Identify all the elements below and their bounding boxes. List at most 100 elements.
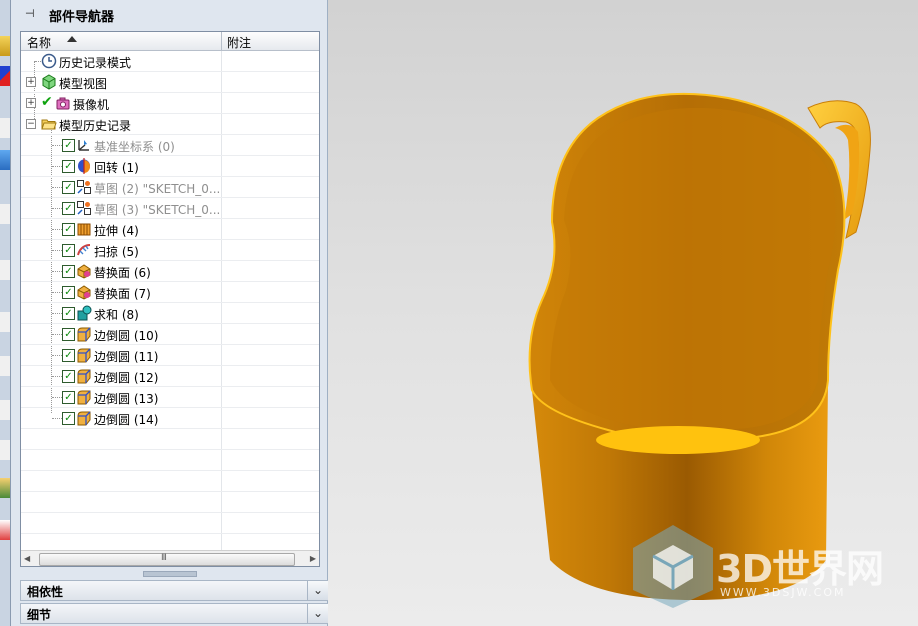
visibility-checkbox[interactable]: ✓	[62, 265, 75, 278]
horizontal-scrollbar[interactable]: ◀ III ▶	[21, 550, 319, 566]
watermark-text: 3D世界网	[716, 547, 884, 591]
visibility-checkbox[interactable]: ✓	[62, 244, 75, 257]
collapse-icon[interactable]: −	[26, 119, 36, 129]
column-divider	[221, 219, 222, 239]
tree-row-extrude[interactable]: ✓ 拉伸 (4)	[21, 219, 319, 240]
visibility-checkbox[interactable]: ✓	[62, 139, 75, 152]
graphics-viewport[interactable]: 3D世界网 WWW.3DSJW.COM	[328, 0, 918, 626]
column-divider	[221, 135, 222, 155]
chevron-down-icon[interactable]: ⌄	[307, 604, 328, 623]
resource-bar	[0, 0, 11, 626]
visibility-checkbox[interactable]: ✓	[62, 370, 75, 383]
cup-model[interactable]	[328, 0, 918, 626]
tree-row-edge-blend-10[interactable]: ✓ 边倒圆 (10)	[21, 324, 319, 345]
tree-row-label: 拉伸 (4)	[94, 224, 139, 238]
tree-row-label: 历史记录模式	[59, 56, 132, 70]
tree-row-edge-blend-12[interactable]: ✓ 边倒圆 (12)	[21, 366, 319, 387]
column-divider	[221, 492, 222, 512]
tree-row-label: 边倒圆 (11)	[94, 350, 159, 364]
tree-row-unite[interactable]: ✓ 求和 (8)	[21, 303, 319, 324]
tree-line	[52, 355, 62, 356]
tree-row-edge-blend-11[interactable]: ✓ 边倒圆 (11)	[21, 345, 319, 366]
column-divider	[221, 450, 222, 470]
visibility-checkbox[interactable]: ✓	[62, 202, 75, 215]
checkmark-icon[interactable]: ✔	[41, 94, 53, 110]
tree-row-label: 求和 (8)	[94, 308, 139, 322]
toolbar-list-icon[interactable]	[0, 356, 10, 376]
visibility-checkbox[interactable]: ✓	[62, 349, 75, 362]
toolbar-clock-icon[interactable]	[0, 312, 10, 332]
toolbar-tool-icon[interactable]	[0, 400, 10, 420]
expand-icon[interactable]: +	[26, 98, 36, 108]
visibility-checkbox[interactable]: ✓	[62, 328, 75, 341]
tree-row-datum-csys[interactable]: ✓ 基准坐标系 (0)	[21, 135, 319, 156]
tree-row-replace-face-7[interactable]: ✓ 替换面 (7)	[21, 282, 319, 303]
toolbar-select-icon[interactable]	[0, 440, 10, 460]
toolbar-history-icon[interactable]	[0, 118, 10, 138]
extrude-icon	[77, 223, 91, 236]
toolbar-assembly-icon[interactable]	[0, 66, 10, 86]
tree-row-label: 模型视图	[59, 77, 108, 91]
tree-row-label: 替换面 (6)	[94, 266, 151, 280]
toolbar-roles-icon[interactable]	[0, 478, 10, 498]
column-divider	[221, 345, 222, 365]
scrollbar-thumb[interactable]: III	[39, 553, 295, 566]
empty-row	[21, 450, 319, 471]
panel-title: 部件导航器	[49, 10, 115, 25]
toolbar-system-icon[interactable]	[0, 520, 10, 540]
visibility-checkbox[interactable]: ✓	[62, 391, 75, 404]
tree-line	[52, 229, 62, 230]
tree-row-label: 扫掠 (5)	[94, 245, 139, 259]
tree-line	[52, 271, 62, 272]
panel-splitter[interactable]	[143, 571, 197, 577]
tree-row-swept[interactable]: ✓ 扫掠 (5)	[21, 240, 319, 261]
tree-row-sketch-2[interactable]: ✓ 草图 (2) "SKETCH_0...	[21, 177, 319, 198]
column-divider[interactable]	[221, 32, 222, 50]
part-navigator-panel: ⊣ 部件导航器 名称 附注 历史记录模式 + 模型视图 + ✔ 摄像机 − 模型…	[11, 0, 329, 626]
tree-row-label: 边倒圆 (13)	[94, 392, 159, 406]
empty-row	[21, 513, 319, 534]
visibility-checkbox[interactable]: ✓	[62, 160, 75, 173]
edge-blend-icon	[77, 411, 91, 426]
column-note-header[interactable]: 附注	[227, 34, 251, 51]
tree-row-history-mode[interactable]: 历史记录模式	[21, 51, 319, 72]
section-title: 相依性	[27, 585, 64, 599]
tree-row-edge-blend-14[interactable]: ✓ 边倒圆 (14)	[21, 408, 319, 429]
visibility-checkbox[interactable]: ✓	[62, 412, 75, 425]
tree-line	[52, 250, 62, 251]
tree-line	[52, 418, 62, 419]
tree-row-revolve[interactable]: ✓ 回转 (1)	[21, 156, 319, 177]
details-section[interactable]: 细节 ⌄	[20, 603, 329, 624]
open-folder-icon	[41, 119, 57, 130]
tree-row-label: 替换面 (7)	[94, 287, 151, 301]
toolbar-home-icon[interactable]	[0, 260, 10, 280]
expand-icon[interactable]: +	[26, 77, 36, 87]
visibility-checkbox[interactable]: ✓	[62, 223, 75, 236]
tree-row-edge-blend-13[interactable]: ✓ 边倒圆 (13)	[21, 387, 319, 408]
toolbar-folder-icon[interactable]	[0, 36, 10, 56]
tree-row-sketch-3[interactable]: ✓ 草图 (3) "SKETCH_0...	[21, 198, 319, 219]
tree-line	[52, 187, 62, 188]
tree-row-model-views[interactable]: + 模型视图	[21, 72, 319, 93]
toolbar-part-icon[interactable]	[0, 150, 10, 170]
scroll-right-icon[interactable]: ▶	[306, 554, 316, 564]
visibility-checkbox[interactable]: ✓	[62, 181, 75, 194]
tree-row-model-history[interactable]: − 模型历史记录	[21, 114, 319, 135]
tree-row-cameras[interactable]: + ✔ 摄像机	[21, 93, 319, 114]
chevron-down-icon[interactable]: ⌄	[307, 581, 328, 600]
empty-row	[21, 492, 319, 513]
dependencies-section[interactable]: 相依性 ⌄	[20, 580, 329, 601]
toolbar-web-icon[interactable]	[0, 204, 10, 224]
camera-icon	[56, 97, 70, 110]
tree-line	[52, 208, 62, 209]
column-name-header[interactable]: 名称	[27, 34, 51, 51]
tree-row-label: 边倒圆 (12)	[94, 371, 159, 385]
visibility-checkbox[interactable]: ✓	[62, 286, 75, 299]
column-divider	[221, 408, 222, 428]
visibility-checkbox[interactable]: ✓	[62, 307, 75, 320]
tree-row-replace-face-6[interactable]: ✓ 替换面 (6)	[21, 261, 319, 282]
clock-icon	[41, 53, 57, 69]
column-divider	[221, 72, 222, 92]
pin-icon[interactable]: ⊣	[25, 8, 37, 19]
scroll-left-icon[interactable]: ◀	[24, 554, 34, 564]
